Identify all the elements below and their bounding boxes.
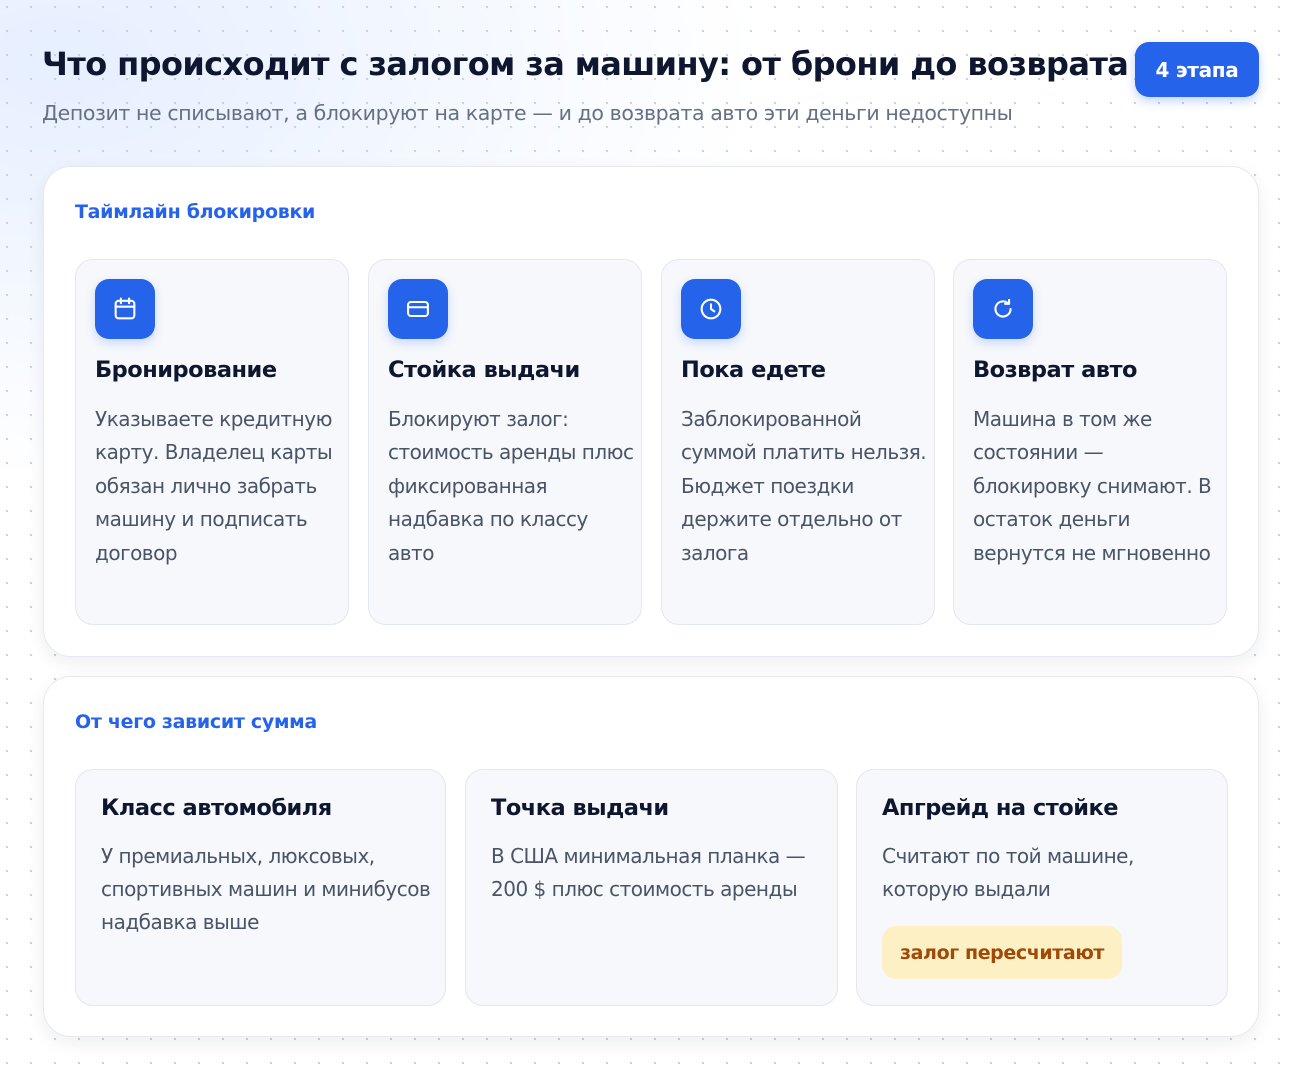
factor-title: Точка выдачи: [491, 795, 669, 821]
refresh-icon: [973, 279, 1033, 339]
stage-count-badge: 4 этапа: [1135, 42, 1259, 97]
factors-panel: От чего зависит сумма Класс автомобиля У…: [43, 676, 1259, 1037]
timeline-title: Таймлайн блокировки: [75, 201, 316, 223]
page-header: Что происходит с залогом за машину: от б…: [42, 40, 1262, 140]
page-title: Что происходит с залогом за машину: от б…: [42, 45, 1129, 83]
factor-title: Апгрейд на стойке: [882, 795, 1119, 821]
recalculation-note-badge: залог пересчитают: [882, 926, 1123, 979]
step-description: Машина в том же состоянии — блокировку с…: [973, 407, 1212, 565]
step-title: Бронирование: [95, 357, 277, 383]
factor-title: Класс автомобиля: [101, 795, 332, 821]
factor-description: В США минимальная планка — 200 $ плюс ст…: [491, 844, 806, 901]
factor-card-upgrade: Апгрейд на стойке Считают по той машине,…: [856, 769, 1228, 1006]
step-title: Стойка выдачи: [388, 357, 580, 383]
step-card-return: Возврат авто Машина в том же состоянии —…: [953, 259, 1227, 625]
page-subtitle: Депозит не списывают, а блокируют на кар…: [42, 101, 1013, 125]
calendar-icon: [95, 279, 155, 339]
step-description: Заблокированной суммой платить нельзя. Б…: [681, 407, 927, 565]
step-title: Возврат авто: [973, 357, 1138, 383]
factor-description: У премиальных, люксовых, спортивных маши…: [101, 844, 431, 934]
credit-card-icon: [388, 279, 448, 339]
factor-description: Считают по той машине, которую выдали: [882, 844, 1134, 901]
step-card-pickup-counter: Стойка выдачи Блокируют залог: стоимость…: [368, 259, 642, 625]
step-description: Блокируют залог: стоимость аренды плюс ф…: [388, 407, 634, 565]
factors-title: От чего зависит сумма: [75, 711, 317, 733]
clock-icon: [681, 279, 741, 339]
factor-card-pickup-location: Точка выдачи В США минимальная планка — …: [465, 769, 838, 1006]
step-card-booking: Бронирование Указываете кредитную карту.…: [75, 259, 349, 625]
timeline-panel: Таймлайн блокировки Бронирование Указыва…: [43, 166, 1259, 657]
factor-card-car-class: Класс автомобиля У премиальных, люксовых…: [75, 769, 446, 1006]
step-card-driving: Пока едете Заблокированной суммой платит…: [661, 259, 935, 625]
step-description: Указываете кредитную карту. Владелец кар…: [95, 407, 333, 565]
step-title: Пока едете: [681, 357, 826, 383]
